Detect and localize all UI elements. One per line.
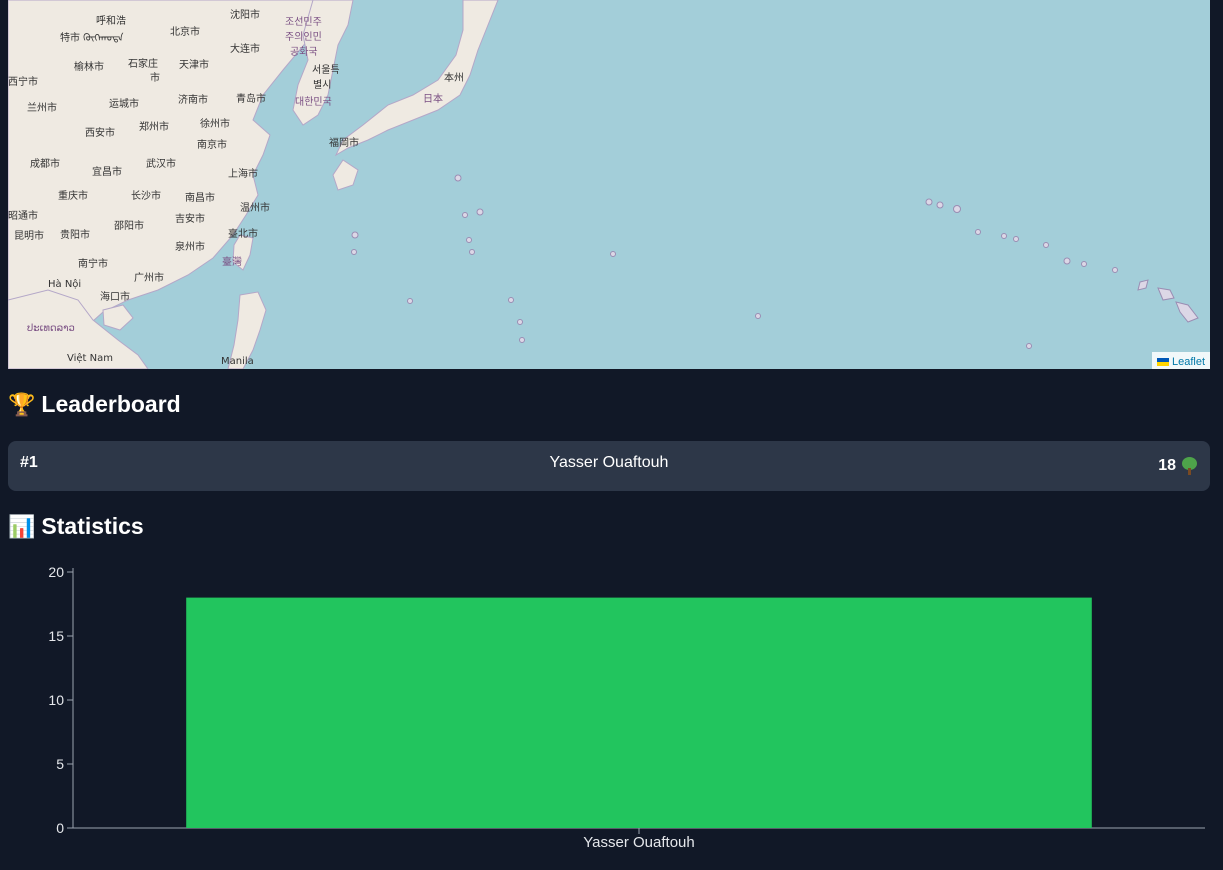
map-label: 北京市 [170,27,200,38]
map-label: 济南市 [178,95,208,106]
map-label: 本州 [444,73,464,84]
map-label: 西安市 [85,128,115,139]
map-label: 天津市 [179,60,209,71]
map-label: 南昌市 [185,193,215,204]
map-label: Việt Nam [67,353,114,364]
y-tick-label: 10 [48,692,64,708]
map-label: 별시 [313,80,332,91]
map-label: Manila [221,356,254,367]
map-label: 조선민주 [285,17,322,28]
map-label: 温州市 [240,203,270,214]
map-label: 贵阳市 [60,230,90,241]
map-label: 重庆市 [58,191,88,202]
map-label: 昭通市 [8,211,38,222]
map-label: 福岡市 [329,138,359,149]
map-label: 西宁市 [8,77,38,88]
map-label: 臺灣 [222,257,242,268]
leaderboard-heading: 🏆 Leaderboard [8,391,181,418]
map-label: 南宁市 [78,259,108,270]
y-tick-label: 5 [56,756,64,772]
map-label: 青岛市 [236,94,266,105]
map[interactable]: 呼和浩 沈阳市 조선민주 주의인민 공화국 特市 ᠬᠥᠬᠡᠬᠣᠲᠠ 北京市 大连… [8,0,1210,369]
map-label: 市 [150,73,160,84]
leaderboard-row: #1 Yasser Ouaftouh 18 [8,441,1210,491]
map-label: 邵阳市 [114,221,144,232]
statistics-heading: 📊 Statistics [8,513,144,540]
x-tick-label: Yasser Ouaftouh [583,834,694,851]
map-label: 徐州市 [200,119,230,130]
map-label: 공화국 [290,47,318,58]
map-label: 成都市 [30,159,60,170]
y-tick-label: 20 [48,564,64,580]
map-label: 日本 [423,94,443,105]
bar-chart-icon: 📊 [8,513,36,539]
statistics-heading-text: Statistics [41,513,144,539]
leaderboard-score: 18 [1158,457,1198,475]
map-label: 广州市 [134,273,164,284]
map-label: 武汉市 [146,159,176,170]
map-label: 海口市 [100,292,130,303]
map-label: 呼和浩 [96,16,126,27]
map-label: ປະເທດລາວ [27,323,75,334]
map-label: 주의인민 [285,32,322,43]
map-label: 石家庄 [128,59,158,70]
map-label: 郑州市 [139,122,169,133]
map-label: 长沙市 [131,191,161,202]
y-tick-label: 0 [56,820,64,836]
ukraine-flag-icon [1156,357,1169,366]
bar [186,597,1092,828]
map-label: 大连市 [230,44,260,55]
map-attribution[interactable]: Leaflet [1151,352,1210,369]
map-label: 宜昌市 [92,167,122,178]
statistics-chart: 0 5 10 15 20 Yasser Ouaftouh [48,564,1205,851]
map-label: 运城市 [109,99,139,110]
map-label: 南京市 [197,140,227,151]
map-label: 臺北市 [228,229,258,240]
y-tick-label: 15 [48,628,64,644]
map-label: 上海市 [228,169,258,180]
map-label: Hà Nội [48,279,82,290]
map-label: 昆明市 [14,231,44,242]
map-label: 서울특 [312,65,340,76]
map-label: 兰州市 [27,103,57,114]
trophy-icon: 🏆 [8,391,36,417]
map-label: 대한민국 [295,97,332,108]
leaderboard-name: Yasser Ouaftouh [549,454,669,471]
leaderboard-score-value: 18 [1158,457,1176,474]
map-label: 特市 ᠬᠥᠬᠡᠬᠣᠲᠠ [60,33,124,44]
leaderboard-heading-text: Leaderboard [41,391,181,417]
map-tiles [8,0,1199,369]
map-label: 沈阳市 [230,10,260,21]
map-label: 泉州市 [175,242,205,253]
tree-icon [1180,457,1198,475]
map-label: 吉安市 [175,214,205,225]
attribution-link[interactable]: Leaflet [1172,356,1205,368]
map-label: 榆林市 [74,62,104,73]
